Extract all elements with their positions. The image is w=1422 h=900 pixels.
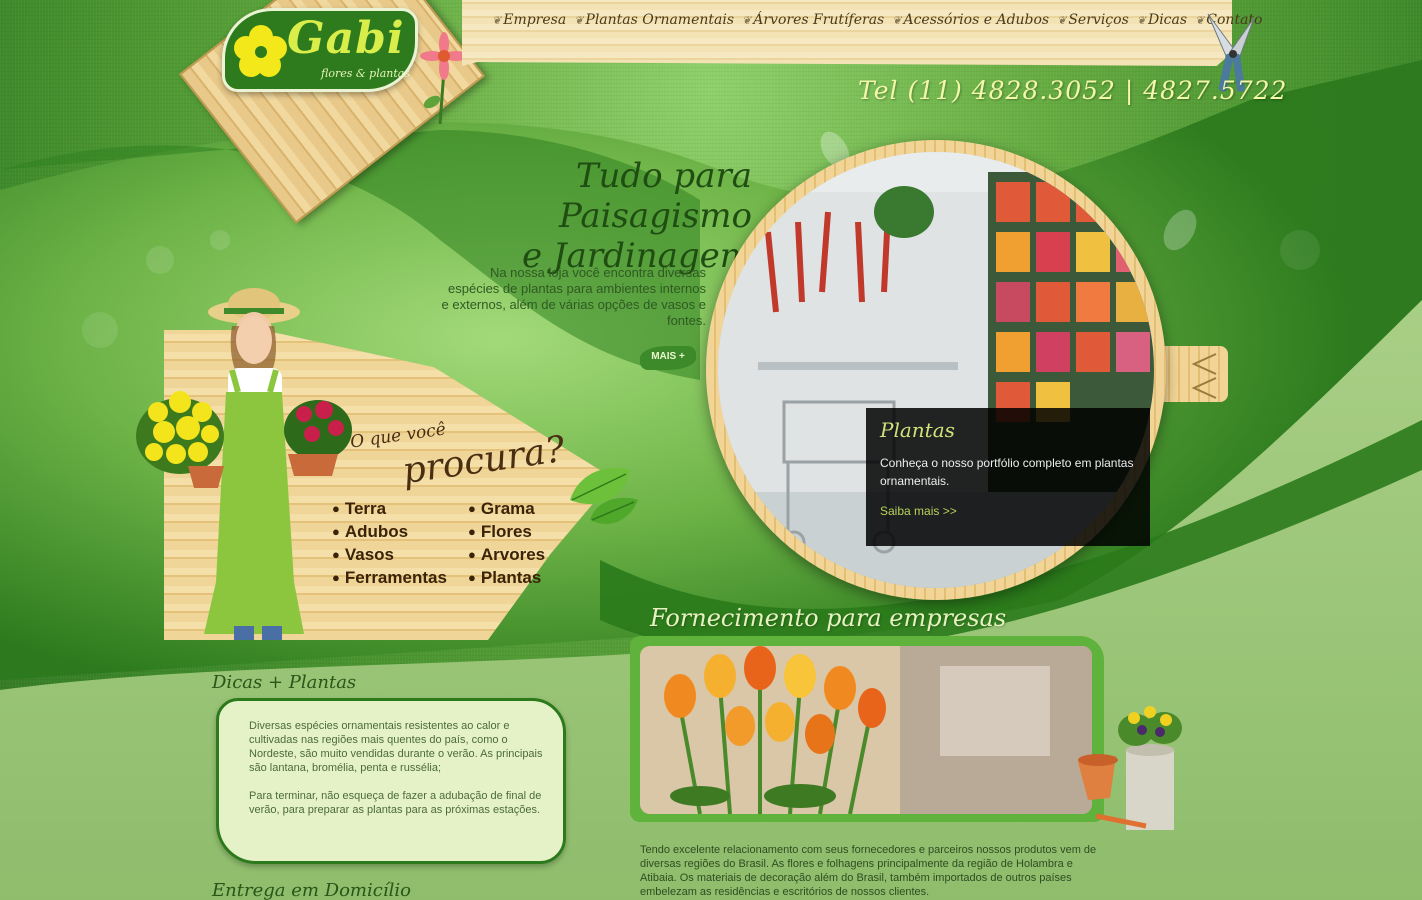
hero-title-line1: Tudo para Paisagismo: [558, 156, 752, 236]
leaf-bullet-icon: ❦: [892, 13, 902, 27]
dicas-title: Dicas + Plantas: [212, 672, 357, 693]
nav-label: Dicas: [1147, 12, 1188, 28]
slider-caption: Plantas Conheça o nosso portfólio comple…: [866, 408, 1150, 546]
nav-label: Acessórios e Adubos: [903, 12, 1050, 28]
category-label: Adubos: [344, 521, 409, 541]
slider-prev-arrow-icon[interactable]: [1191, 377, 1217, 399]
flower-logo-icon: [234, 25, 287, 77]
drop-icon: ●: [468, 547, 476, 562]
category-label: Ferramentas: [344, 567, 447, 587]
category-label: Vasos: [344, 544, 395, 564]
category-arvores[interactable]: ● Arvores: [468, 544, 572, 565]
nav-item-empresa[interactable]: ❦ Empresa: [492, 12, 566, 28]
drop-icon: ●: [468, 524, 476, 539]
nav-label: Serviços: [1068, 12, 1129, 28]
nav-item-acessorios-adubos[interactable]: ❦ Acessórios e Adubos: [892, 12, 1049, 28]
category-grama[interactable]: ● Grama: [468, 498, 572, 519]
hero-title: Tudo para Paisagismo e Jardinagem: [380, 156, 752, 276]
gardener-woman-image: [136, 288, 352, 640]
entrega-title: Entrega em Domicílio: [212, 880, 411, 900]
drop-icon: ●: [332, 547, 340, 562]
category-list: ● Terra ● Grama ● Adubos ● Flores ● Vasos ● Ar…: [332, 498, 572, 588]
nav-label: Plantas Ornamentais: [585, 12, 735, 28]
category-label: Arvores: [480, 544, 546, 564]
nav-item-arvores-frutiferas[interactable]: ❦ Árvores Frutíferas: [742, 12, 884, 28]
slider-next-arrow-icon[interactable]: [1191, 353, 1217, 375]
category-terra[interactable]: ● Terra: [332, 498, 468, 519]
hero-description: Na nossa loja você encontra diversas esp…: [441, 265, 706, 328]
tulips-illustration: [640, 646, 1092, 814]
nav-item-dicas[interactable]: ❦ Dicas: [1137, 12, 1187, 28]
nav-item-plantas-ornamentais[interactable]: ❦ Plantas Ornamentais: [574, 12, 734, 28]
leaves-decoration-icon: [570, 467, 638, 524]
flower-pots-image: [1078, 706, 1182, 830]
leaf-bullet-icon: ❦: [1136, 13, 1146, 27]
slider-caption-title: Plantas: [880, 418, 955, 442]
more-button[interactable]: MAIS +: [640, 346, 696, 370]
leaf-bullet-icon: ❦: [492, 13, 502, 27]
saiba-mais-link[interactable]: Saiba mais >>: [880, 504, 1136, 518]
category-ferramentas[interactable]: ● Ferramentas: [332, 567, 468, 588]
category-label: Flores: [480, 521, 532, 541]
category-label: Plantas: [480, 567, 542, 587]
dicas-box: Diversas espécies ornamentais resistente…: [216, 698, 566, 864]
main-nav: ❦ Empresa ❦ Plantas Ornamentais ❦ Árvores F…: [492, 12, 1262, 28]
logo[interactable]: Gabi flores & plantas: [222, 8, 418, 92]
slider-arrows: [1191, 353, 1217, 399]
fornecimento-text: Tendo excelente relacionamento com seus …: [640, 844, 1097, 898]
category-plantas[interactable]: ● Plantas: [468, 567, 572, 588]
tulips-photo: [640, 646, 1092, 814]
nav-item-servicos[interactable]: ❦ Serviços: [1057, 12, 1129, 28]
drop-icon: ●: [332, 570, 340, 585]
dicas-paragraph-2: Para terminar, não esqueça de fazer a ad…: [249, 790, 542, 816]
drop-icon: ●: [332, 524, 340, 539]
slider-caption-text: Conheça o nosso portfólio completo em pl…: [880, 456, 1134, 488]
nav-label: Árvores Frutíferas: [753, 12, 885, 28]
nav-label: Empresa: [503, 12, 567, 28]
category-label: Terra: [344, 498, 387, 518]
fornecimento-title: Fornecimento para empresas: [650, 604, 1007, 632]
phone-number: Tel (11) 4828.3052 | 4827.5722: [858, 76, 1288, 105]
leaf-bullet-icon: ❦: [574, 13, 584, 27]
leaf-bullet-icon: ❦: [742, 13, 752, 27]
leaf-bullet-icon: ❦: [1057, 13, 1067, 27]
drop-icon: ●: [468, 570, 476, 585]
drop-icon: ●: [332, 501, 340, 516]
logo-subtitle: flores & plantas: [321, 67, 410, 80]
category-vasos[interactable]: ● Vasos: [332, 544, 468, 565]
dicas-paragraph-1: Diversas espécies ornamentais resistente…: [249, 720, 543, 774]
category-label: Grama: [480, 498, 535, 518]
drop-icon: ●: [468, 501, 476, 516]
nav-wood-board: [462, 0, 1232, 66]
category-flores[interactable]: ● Flores: [468, 521, 572, 542]
category-adubos[interactable]: ● Adubos: [332, 521, 468, 542]
logo-name: Gabi: [287, 13, 405, 64]
